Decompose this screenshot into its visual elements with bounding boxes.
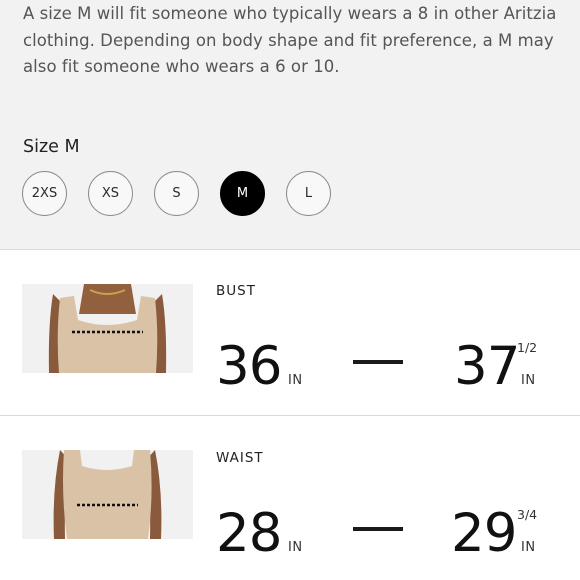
waist-max-fraction: 3/4 [517, 507, 538, 522]
size-option-xs[interactable]: XS [88, 171, 133, 216]
bust-max-value: 37 [454, 336, 520, 397]
bust-max-unit: IN [521, 373, 536, 388]
size-option-l[interactable]: L [286, 171, 331, 216]
waist-max-value: 29 [451, 503, 517, 564]
waist-min-value: 28 [216, 503, 282, 564]
range-dash [353, 527, 403, 531]
divider [0, 415, 580, 416]
waist-measure-image [22, 450, 193, 539]
waist-label: WAIST [216, 450, 264, 466]
size-info-panel: A size M will fit someone who typically … [0, 0, 580, 249]
fit-description: A size M will fit someone who typically … [23, 4, 557, 76]
bust-max-fraction: 1/2 [517, 340, 538, 355]
size-selector: 2XS XS S M L [22, 171, 331, 216]
size-heading: Size M [23, 137, 80, 157]
size-option-m[interactable]: M [220, 171, 265, 216]
bust-label: BUST [216, 283, 256, 299]
size-option-s[interactable]: S [154, 171, 199, 216]
divider [0, 249, 580, 250]
bust-min-unit: IN [288, 373, 303, 388]
waist-min-unit: IN [288, 540, 303, 555]
size-option-2xs[interactable]: 2XS [22, 171, 67, 216]
bust-measure-image [22, 284, 193, 373]
waist-max-unit: IN [521, 540, 536, 555]
bust-min-value: 36 [216, 336, 282, 397]
range-dash [353, 360, 403, 364]
